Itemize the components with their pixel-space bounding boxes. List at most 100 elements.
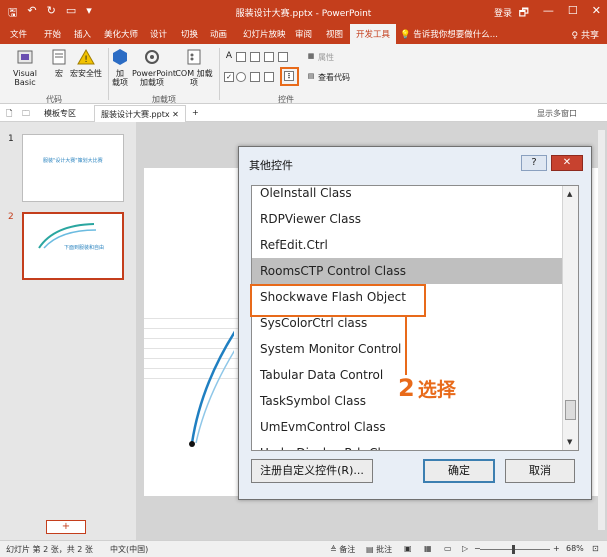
view-code-icon[interactable]: ▤ (306, 72, 316, 82)
slide-number: 2 (8, 212, 14, 222)
addins-button[interactable]: 加 载项 (110, 48, 130, 87)
tab-animations[interactable]: 动画 (210, 28, 227, 40)
slide-thumbnails-pane: 1 服装"设计大赛"策划大比赛 2 下面到服装和自由 + (0, 122, 136, 540)
zoom-slider[interactable] (480, 549, 550, 550)
new-doc-icon[interactable]: 🗋 (6, 108, 12, 122)
more-controls-dialog: 其他控件 ? ✕ OleInstall Class RDPViewer Clas… (238, 146, 592, 500)
toggle-button-control-icon[interactable] (250, 72, 260, 82)
visual-basic-icon (17, 50, 33, 64)
option-button-control-icon[interactable] (236, 72, 246, 82)
close-tab-icon[interactable]: ✕ (172, 110, 179, 119)
multi-window-toggle[interactable]: 显示多窗口 (537, 108, 577, 119)
textbox-control-icon[interactable] (236, 52, 246, 62)
language-indicator[interactable]: 中文(中国) (110, 544, 148, 555)
tab-file[interactable]: 文件 (10, 28, 27, 40)
slideshow-icon[interactable]: ▷ (462, 544, 468, 553)
powerpoint-addins-button[interactable]: PowerPoint 加载项 (132, 48, 176, 87)
status-bar: 幻灯片 第 2 张，共 2 张 中文(中国) ≜ 备注 ▤ 批注 ▣ ▦ ▭ ▷… (0, 540, 607, 557)
window-controls: 🗗 — ☐ ✕ (519, 4, 601, 23)
tab-beautify[interactable]: 美化大师 (104, 28, 138, 40)
macros-icon (52, 49, 66, 65)
com-addins-icon (187, 49, 201, 65)
ribbon: Visual Basic 宏 ! 宏安全性 加 载项 PowerPoint 加载… (0, 44, 607, 104)
visual-basic-button[interactable]: Visual Basic (4, 48, 46, 87)
add-slide-button[interactable]: + (46, 520, 86, 534)
vertical-scrollbar[interactable] (598, 130, 605, 530)
combobox-control-icon[interactable] (264, 52, 274, 62)
properties-button[interactable]: 属性 (318, 53, 334, 62)
zoom-slider-thumb[interactable] (512, 545, 515, 554)
list-item[interactable]: UnderDisplay Rdr Class (252, 440, 564, 450)
com-addins-button[interactable]: COM 加载项 (172, 48, 216, 87)
list-item[interactable]: System Monitor Control (252, 336, 564, 362)
cancel-button[interactable]: 取消 (505, 459, 575, 483)
document-tabs: 🗋 🗀 模板专区 服装设计大赛.pptx ✕ + 显示多窗口 (0, 104, 607, 122)
listbox-scrollbar[interactable]: ▲ ▼ (562, 186, 578, 450)
controls-list: OleInstall Class RDPViewer Class RefEdit… (252, 186, 564, 450)
tell-me-search[interactable]: 💡 告诉我你想要做什么... (400, 28, 498, 40)
tab-design[interactable]: 设计 (150, 28, 167, 40)
window-title: 服装设计大赛.pptx - PowerPoint (235, 9, 372, 19)
tab-slideshow[interactable]: 幻灯片放映 (243, 28, 286, 40)
folder-icon[interactable]: 🗀 (22, 108, 30, 122)
ribbon-display-icon[interactable]: 🗗 (519, 4, 529, 23)
notes-button[interactable]: ≜ 备注 (330, 544, 355, 555)
ok-button[interactable]: 确定 (423, 459, 495, 483)
slide-number: 1 (8, 134, 14, 144)
zoom-in-button[interactable]: + (553, 544, 560, 553)
gear-icon (145, 50, 159, 64)
list-item[interactable]: OleInstall Class (252, 186, 564, 206)
reading-view-icon[interactable]: ▭ (444, 544, 452, 553)
close-button[interactable]: ✕ (592, 4, 601, 23)
login-link[interactable]: 登录 (494, 6, 512, 19)
checkbox-control-icon[interactable]: ✓ (224, 72, 234, 82)
warning-icon: ! (77, 48, 95, 65)
register-custom-control-button[interactable]: 注册自定义控件(R)... (251, 459, 373, 483)
fit-slide-icon[interactable]: ⊡ (592, 544, 599, 553)
step2-annotation: 2 选择 (398, 374, 456, 402)
dialog-close-button[interactable]: ✕ (551, 155, 583, 171)
group-separator (219, 48, 220, 100)
more-controls-highlight (280, 67, 299, 86)
help-button[interactable]: ? (521, 155, 547, 171)
scroll-down-icon[interactable]: ▼ (567, 438, 572, 446)
tab-transitions[interactable]: 切换 (181, 28, 198, 40)
add-tab-icon[interactable]: + (192, 108, 199, 117)
tab-developer[interactable]: 开发工具 (350, 24, 397, 44)
list-item-selected[interactable]: RoomsCTP Control Class (252, 258, 564, 284)
minimize-button[interactable]: — (543, 4, 554, 23)
comments-button[interactable]: ▤ 批注 (366, 544, 392, 555)
image-control-icon[interactable] (264, 72, 274, 82)
normal-view-icon[interactable]: ▣ (404, 544, 412, 553)
swoosh-graphic (189, 330, 234, 447)
share-button[interactable]: ♀ 共享 (572, 28, 599, 41)
tab-review[interactable]: 审阅 (295, 28, 312, 40)
slide-thumbnail-2[interactable]: 下面到服装和自由 (22, 212, 124, 280)
doc-tab-templates[interactable]: 模板专区 (44, 108, 76, 119)
selection-highlight (250, 284, 426, 317)
view-code-button[interactable]: 查看代码 (318, 73, 350, 82)
doc-tab-current[interactable]: 服装设计大赛.pptx ✕ (94, 105, 186, 122)
tab-view[interactable]: 视图 (326, 28, 343, 40)
slide-sorter-icon[interactable]: ▦ (424, 544, 432, 553)
tab-home[interactable]: 开始 (44, 28, 61, 40)
maximize-button[interactable]: ☐ (568, 4, 578, 23)
list-item[interactable]: RefEdit.Ctrl (252, 232, 564, 258)
zoom-level[interactable]: 68% (566, 544, 584, 553)
label-control-icon[interactable]: A (224, 52, 234, 62)
macros-button[interactable]: 宏 (50, 48, 68, 78)
macro-security-button[interactable]: ! 宏安全性 (68, 48, 104, 78)
controls-listbox[interactable]: OleInstall Class RDPViewer Class RefEdit… (251, 185, 579, 451)
slide-counter: 幻灯片 第 2 张，共 2 张 (6, 545, 93, 554)
list-item[interactable]: RDPViewer Class (252, 206, 564, 232)
scroll-thumb[interactable] (565, 400, 576, 420)
scroll-up-icon[interactable]: ▲ (567, 190, 572, 198)
slide-thumbnail-1[interactable]: 服装"设计大赛"策划大比赛 (22, 134, 124, 202)
dialog-title: 其他控件 (249, 159, 293, 172)
button-control-icon[interactable] (250, 52, 260, 62)
tab-insert[interactable]: 插入 (74, 28, 91, 40)
addins-icon (113, 49, 127, 65)
properties-icon[interactable]: ▦ (306, 52, 316, 62)
list-item[interactable]: UmEvmControl Class (252, 414, 564, 440)
listbox-control-icon[interactable] (278, 52, 288, 62)
